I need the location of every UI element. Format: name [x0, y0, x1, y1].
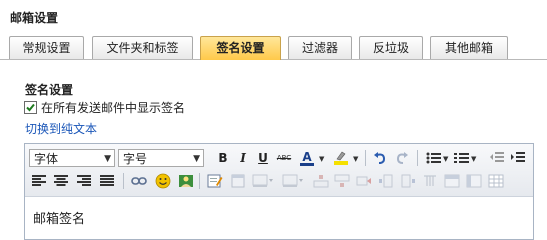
indent-icon [511, 152, 525, 162]
show-signature-label: 在所有发送邮件中显示签名 [41, 100, 186, 115]
strikethrough-button[interactable]: ABC [275, 149, 293, 167]
align-justify-button[interactable] [98, 172, 116, 190]
show-signature-checkbox[interactable] [24, 100, 37, 114]
chevron-down-icon: ▼ [353, 155, 359, 163]
show-signature-row: 在所有发送邮件中显示签名 [24, 99, 185, 115]
tab-other-mailboxes[interactable]: 其他邮箱 [430, 36, 508, 59]
toolbar-separator [199, 173, 200, 189]
underline-button[interactable]: U [254, 149, 272, 167]
font-family-value: 字体 [34, 152, 59, 166]
delete-column-icon [424, 175, 436, 186]
bullet-list-icon [426, 152, 441, 164]
numbered-list-button[interactable] [453, 149, 471, 167]
numbered-list-icon [454, 153, 469, 163]
bold-button[interactable]: B [214, 149, 232, 167]
cell-color-icon [282, 174, 303, 187]
redo-icon [396, 152, 408, 164]
tab-general[interactable]: 常规设置 [9, 36, 84, 59]
redo-button[interactable] [393, 149, 411, 167]
insert-image-button[interactable] [177, 172, 195, 190]
merge-cells-icon [444, 174, 460, 188]
merge-cells-button[interactable] [443, 172, 461, 190]
align-left-icon [32, 175, 46, 186]
outdent-icon [490, 152, 504, 162]
italic-button[interactable]: I [234, 149, 252, 167]
insert-table-disabled-button[interactable] [229, 172, 247, 190]
undo-icon [374, 152, 386, 164]
highlight-icon [334, 151, 348, 165]
edit-icon [207, 174, 223, 188]
signature-editor: 字体 ▼ 字号 ▼ B I U ABC A ▼ ▼ ▼ ▼ 邮箱签名 [24, 143, 534, 240]
toolbar-separator [123, 173, 124, 189]
tab-filters[interactable]: 过滤器 [288, 36, 352, 59]
strikethrough-icon: ABC [276, 154, 292, 162]
editor-content[interactable]: 邮箱签名 [33, 208, 85, 227]
font-color-icon: A [302, 149, 312, 164]
link-icon [131, 177, 147, 185]
undo-button[interactable] [371, 149, 389, 167]
outdent-button[interactable] [488, 149, 506, 167]
insert-column-icon [379, 174, 393, 188]
smiley-icon [155, 173, 171, 189]
insert-row-icon [334, 174, 350, 187]
insert-row-icon [313, 175, 329, 188]
chevron-down-icon: ▼ [443, 155, 449, 163]
editor-toolbar: 字体 ▼ 字号 ▼ B I U ABC A ▼ ▼ ▼ ▼ [25, 144, 533, 197]
delete-row-button[interactable] [355, 172, 373, 190]
table-properties-button[interactable] [487, 172, 505, 190]
insert-column-right-button[interactable] [399, 172, 417, 190]
toolbar-separator [365, 150, 366, 166]
border-color-icon [252, 174, 273, 187]
italic-icon: I [240, 151, 246, 165]
insert-row-above-button[interactable] [312, 172, 330, 190]
split-cells-icon [466, 174, 482, 188]
image-icon [179, 175, 193, 187]
chevron-down-icon: ▼ [193, 154, 200, 164]
bold-icon: B [218, 151, 228, 165]
align-right-button[interactable] [75, 172, 93, 190]
settings-tabs: 常规设置 文件夹和标签 签名设置 过滤器 反垃圾 其他邮箱 [0, 36, 547, 60]
tab-anti-spam[interactable]: 反垃圾 [359, 36, 423, 59]
toolbar-separator [417, 150, 418, 166]
tab-signature[interactable]: 签名设置 [200, 36, 281, 60]
split-cells-button[interactable] [465, 172, 483, 190]
table-properties-icon [488, 174, 504, 188]
align-center-button[interactable] [52, 172, 70, 190]
font-family-select[interactable]: 字体 ▼ [29, 149, 115, 167]
font-color-swatch [300, 162, 314, 166]
bullet-list-button[interactable] [425, 149, 443, 167]
insert-emoji-button[interactable] [154, 172, 172, 190]
chevron-down-icon: ▼ [104, 154, 111, 164]
align-left-button[interactable] [30, 172, 48, 190]
font-color-button[interactable]: A [296, 149, 318, 167]
insert-column-icon [401, 174, 415, 188]
font-size-value: 字号 [123, 152, 148, 166]
chevron-down-icon: ▼ [471, 155, 477, 163]
insert-row-below-button[interactable] [333, 172, 351, 190]
edit-source-button[interactable] [206, 172, 224, 190]
highlight-button[interactable] [330, 149, 352, 167]
align-center-icon [54, 175, 68, 186]
section-title: 签名设置 [25, 83, 74, 97]
indent-button[interactable] [509, 149, 527, 167]
tab-folders-labels[interactable]: 文件夹和标签 [92, 36, 193, 59]
align-right-icon [77, 175, 91, 186]
delete-column-button[interactable] [421, 172, 439, 190]
align-justify-icon [100, 175, 114, 186]
insert-link-button[interactable] [130, 172, 148, 190]
font-size-select[interactable]: 字号 ▼ [118, 149, 204, 167]
border-color-button[interactable] [251, 172, 275, 190]
cell-color-button[interactable] [281, 172, 305, 190]
page-title: 邮箱设置 [10, 11, 59, 25]
check-icon [26, 103, 35, 111]
underline-icon: U [258, 151, 268, 165]
switch-plain-text-link[interactable]: 切换到纯文本 [25, 120, 97, 137]
insert-column-left-button[interactable] [377, 172, 395, 190]
chevron-down-icon: ▼ [319, 155, 325, 163]
table-icon [231, 174, 245, 188]
delete-row-icon [356, 176, 371, 186]
